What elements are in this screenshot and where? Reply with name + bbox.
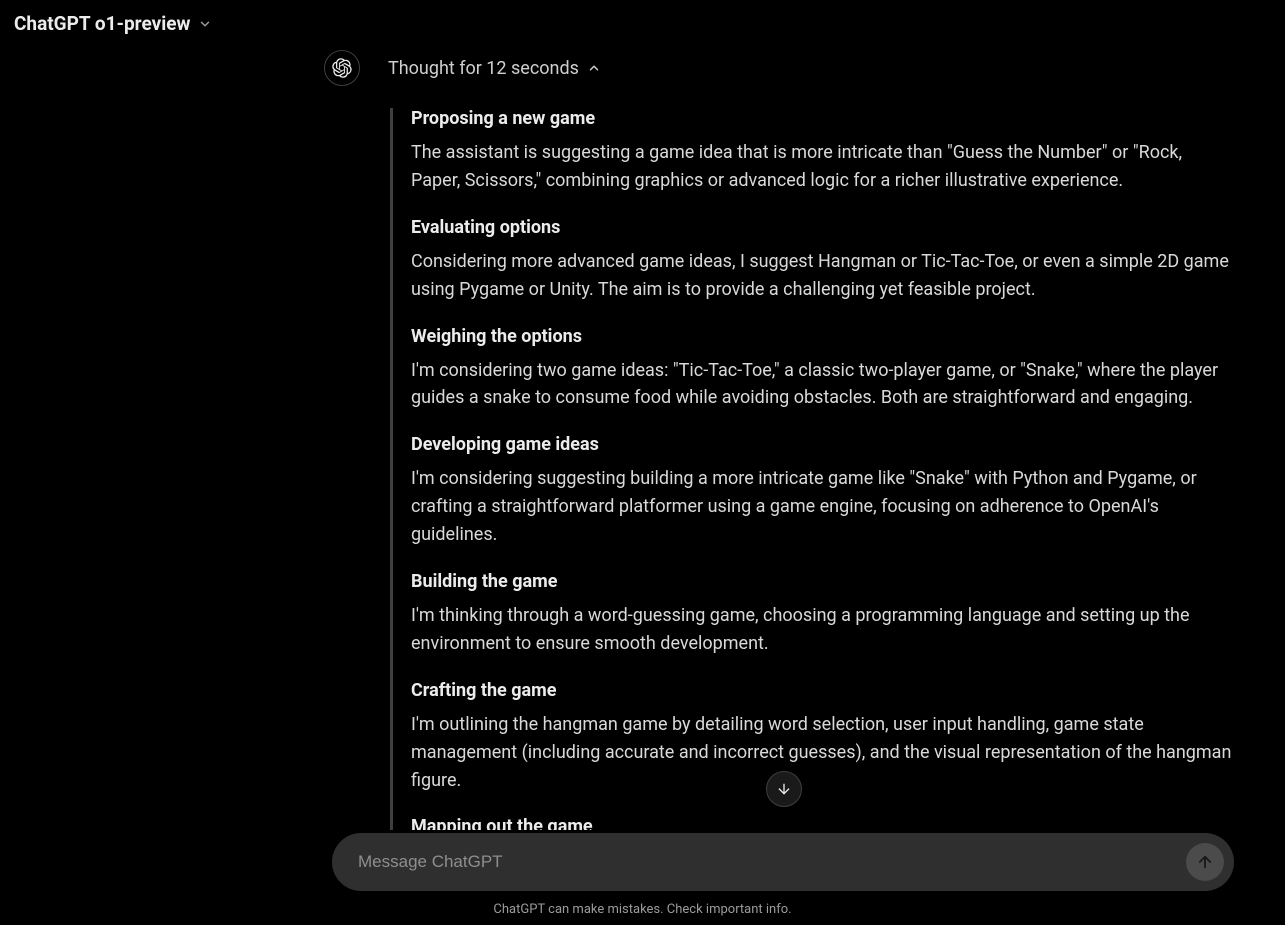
assistant-avatar xyxy=(324,50,360,86)
step-title: Crafting the game xyxy=(411,680,1235,701)
step-title: Evaluating options xyxy=(411,217,1235,238)
step-body: I'm considering two game ideas: "Tic-Tac… xyxy=(411,357,1235,413)
step-title: Mapping out the game xyxy=(411,816,1235,830)
thought-duration-label: Thought for 12 seconds xyxy=(388,58,579,79)
model-selector[interactable]: ChatGPT o1-preview xyxy=(14,12,212,35)
arrow-down-icon xyxy=(776,781,792,797)
step-body: I'm considering suggesting building a mo… xyxy=(411,465,1235,549)
disclaimer: ChatGPT can make mistakes. Check importa… xyxy=(0,902,1285,917)
send-button[interactable] xyxy=(1186,843,1224,881)
openai-logo-icon xyxy=(332,58,352,78)
step-title: Proposing a new game xyxy=(411,108,1235,129)
step-body: I'm thinking through a word-guessing gam… xyxy=(411,602,1235,658)
thought-toggle[interactable]: Thought for 12 seconds xyxy=(388,58,601,79)
message-composer xyxy=(332,833,1234,891)
step-title: Building the game xyxy=(411,571,1235,592)
step-title: Developing game ideas xyxy=(411,434,1235,455)
step-body: Considering more advanced game ideas, I … xyxy=(411,248,1235,304)
step-body: The assistant is suggesting a game idea … xyxy=(411,139,1235,195)
arrow-up-icon xyxy=(1196,853,1214,871)
scroll-to-bottom-button[interactable] xyxy=(766,771,802,807)
chevron-down-icon xyxy=(198,17,212,31)
chevron-up-icon xyxy=(587,61,601,75)
message-input[interactable] xyxy=(358,852,1186,872)
model-name: ChatGPT o1-preview xyxy=(14,12,190,35)
step-body: I'm outlining the hangman game by detail… xyxy=(411,711,1235,795)
thought-header: Thought for 12 seconds xyxy=(324,50,601,86)
reasoning-steps: Proposing a new game The assistant is su… xyxy=(390,108,1235,830)
step-title: Weighing the options xyxy=(411,326,1235,347)
